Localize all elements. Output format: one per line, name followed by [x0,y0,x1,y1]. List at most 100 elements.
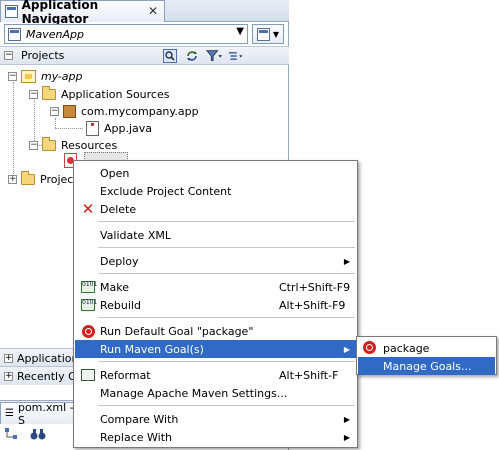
menu-separator [98,361,355,362]
menu-item-shortcut: Ctrl+Shift-F9 [279,280,351,294]
menu-item-label: Exclude Project Content [100,184,232,198]
submenu-item-package[interactable]: package [358,339,495,357]
filter-icon[interactable] [206,48,222,63]
folder-icon [42,137,56,151]
menu-item-make[interactable]: 0101 Make Ctrl+Shift-F9 [75,278,356,296]
menu-item-label: Manage Apache Maven Settings... [100,386,288,400]
tree-node-my-app[interactable]: − my-app [8,68,83,85]
menu-item-run-default-goal[interactable]: Run Default Goal "package" [75,322,356,340]
tab-application-navigator[interactable]: Application Navigator ✕ [0,0,165,26]
tree-node-label: Projec [40,173,74,186]
menu-item-label: Delete [100,202,137,216]
maven-goal-icon [80,324,96,338]
tree-node-label: my-app [41,70,83,83]
navigator-tab-title: Application Navigator [21,0,99,26]
chevron-down-icon[interactable]: ▼ [236,26,244,37]
menu-separator [98,221,355,222]
menu-item-label: Open [100,166,130,180]
menu-item-shortcut: Alt+Shift-F [279,368,339,382]
expand-icon[interactable]: + [4,371,13,381]
tree-node-label: App.java [104,122,153,135]
hierarchy-icon[interactable] [4,427,20,444]
menu-item-reformat[interactable]: Reformat Alt+Shift-F [75,366,356,384]
menu-item-exclude-project-content[interactable]: Exclude Project Content [75,182,356,200]
projects-accordion-header[interactable]: − Projects [0,46,289,65]
submenu-arrow-icon: ▶ [343,432,350,442]
tree-node-app-java[interactable]: ▪ App.java [86,120,152,137]
projects-toolbar [162,48,244,63]
expand-icon[interactable]: + [4,353,13,363]
expand-icon[interactable]: + [8,175,17,184]
accordion-label: Recently O [17,369,77,383]
menu-item-deploy[interactable]: Deploy ▶ [75,252,356,270]
close-icon[interactable]: ✕ [148,4,158,18]
rebuild-icon: 0101 [80,298,97,312]
menu-item-label: Run Default Goal "package" [100,324,254,338]
menu-item-run-maven-goals[interactable]: Run Maven Goal(s) ▶ [75,340,356,358]
structure-tab-label: pom.xml - S [17,400,74,427]
menu-item-manage-maven-settings[interactable]: Manage Apache Maven Settings... [75,384,356,402]
tree-connector [55,128,83,129]
collapse-icon[interactable]: − [8,72,17,81]
collapse-icon[interactable]: − [4,51,13,60]
menu-item-label: Rebuild [100,298,141,312]
navigator-icon [5,5,18,18]
maven-goal-icon [363,341,376,357]
menu-item-replace-with[interactable]: Replace With ▶ [75,428,356,446]
menu-item-open[interactable]: Open [75,164,356,182]
project-selector-combo[interactable]: MavenApp ▼ [4,24,248,44]
tree-connector [13,82,14,180]
delete-icon: ✕ [81,200,95,218]
tree-node-projects[interactable]: + Projec [8,171,73,188]
tree-node-label: com.mycompany.app [81,105,199,118]
folder-icon [21,171,35,185]
menu-item-label: Reformat [100,368,151,382]
application-menu-button[interactable]: ▼ [252,24,284,44]
menu-item-label: Compare With [100,412,179,426]
tree-node-application-sources[interactable]: − Application Sources [29,86,169,103]
tree-node-label: Application Sources [61,88,170,101]
menu-item-rebuild[interactable]: 0101 Rebuild Alt+Shift-F9 [75,296,356,314]
folder-icon [42,86,56,100]
menu-item-validate-xml[interactable]: Validate XML [75,226,356,244]
menu-item-label: Deploy [100,254,139,268]
menu-separator [98,405,355,406]
menu-separator [98,247,355,248]
submenu-arrow-icon: ▶ [343,414,350,424]
structure-toolbar [4,426,46,444]
binoculars-icon[interactable] [30,427,46,444]
menu-item-label: Replace With [100,430,172,444]
projects-header-label: Projects [21,49,65,62]
tree-node-label: Resources [61,139,118,152]
tree-node-package[interactable]: − com.mycompany.app [50,103,199,120]
menu-item-label: package [383,341,430,355]
menu-item-label: Validate XML [100,228,171,242]
project-combo-value: MavenApp [26,27,84,41]
menu-item-delete[interactable]: ✕ Delete [75,200,356,218]
menu-item-label: Manage Goals... [383,359,472,373]
collapse-icon[interactable]: − [50,107,59,116]
accordion-label: Application [17,351,79,365]
application-menu-icon [256,27,270,41]
application-icon [8,27,21,41]
submenu-arrow-icon: ▶ [343,256,350,266]
tab-structure[interactable]: ☰ pom.xml - S [0,400,80,427]
chevron-down-icon: ▼ [272,29,280,39]
structure-icon: ☰ [5,408,14,419]
menu-item-compare-with[interactable]: Compare With ▶ [75,410,356,428]
menu-item-label: Run Maven Goal(s) [100,342,204,356]
collapse-icon[interactable]: − [29,141,38,150]
navigator-options-icon[interactable] [228,48,244,63]
package-icon [63,105,76,118]
menu-item-label: Make [100,280,129,294]
java-file-icon: ▪ [86,121,99,136]
menu-separator [98,317,355,318]
reformat-icon [80,368,96,382]
submenu-arrow-icon: ▶ [343,344,350,354]
project-icon [21,70,36,83]
context-menu: Open Exclude Project Content ✕ Delete Va… [73,160,358,448]
search-icon[interactable] [162,48,178,63]
submenu-item-manage-goals[interactable]: Manage Goals... [358,357,495,375]
refresh-icon[interactable] [184,48,200,63]
collapse-icon[interactable]: − [29,90,38,99]
